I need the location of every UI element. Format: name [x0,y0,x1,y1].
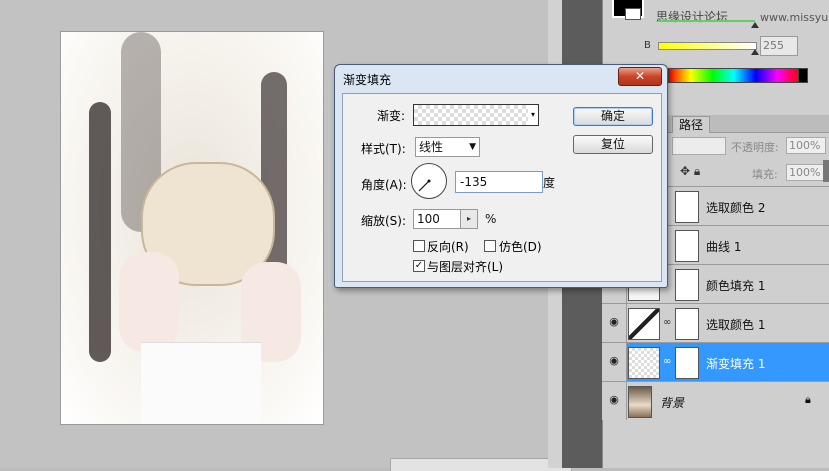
color-spectrum-bar[interactable] [668,68,800,83]
layer-name: 选取颜色 2 [706,201,766,215]
mask-thumbnail[interactable] [675,269,699,301]
lock-icon: 🔒︎ [805,393,811,406]
g-channel-slider[interactable] [658,20,755,22]
layer-name: 选取颜色 1 [706,318,766,332]
visibility-toggle[interactable]: ◉ [602,304,627,342]
scale-popup-button[interactable]: ▸ [460,209,478,229]
tab-paths[interactable]: 路径 [672,116,711,133]
move-lock-icon[interactable]: ✥ [680,164,690,178]
b-slider-thumb[interactable] [751,49,759,55]
style-value: 线性 [419,140,444,154]
layer-row[interactable]: ◉ ∞ 选取颜色 1 [602,303,829,342]
gradient-fill-dialog: 渐变填充 ✕ 渐变: ▾ 样式(T): 线性 ▼ 角度(A): -135 度 缩放… [334,64,668,288]
close-button[interactable]: ✕ [618,67,662,86]
opacity-label: 不透明度: [731,141,779,154]
watermark-text: 思缘设计论坛 [656,10,729,24]
lock-all-icon[interactable]: 🔒︎ [694,164,700,178]
style-label: 样式(T): [361,142,406,156]
align-label: 与图层对齐(L) [427,260,504,274]
fill-input[interactable]: 100% [786,164,826,181]
dialog-body: 渐变: ▾ 样式(T): 线性 ▼ 角度(A): -135 度 缩放(S): 10… [342,93,662,282]
eye-icon[interactable]: ◉ [607,394,621,406]
visibility-toggle[interactable]: ◉ [602,382,627,420]
layer-name: 颜色填充 1 [706,279,766,293]
reverse-label: 反向(R) [427,240,469,254]
angle-dial[interactable] [411,163,447,199]
chevron-down-icon: ▼ [469,142,476,152]
mask-thumbnail[interactable] [675,230,699,262]
angle-input[interactable]: -135 [455,171,543,193]
link-icon[interactable]: ∞ [663,356,671,367]
scale-label: 缩放(S): [361,214,407,228]
dither-label: 仿色(D) [499,240,542,254]
ok-button[interactable]: 确定 [573,107,653,126]
angle-needle-icon [418,179,431,192]
panel-scroll-handle[interactable] [823,160,829,182]
opacity-input[interactable]: 100% [786,137,826,154]
gradient-picker[interactable] [413,104,529,126]
fill-label: 填充: [752,168,778,181]
g-slider-thumb[interactable] [751,22,759,28]
layer-row-selected[interactable]: ◉ ∞ 渐变填充 1 [602,342,829,381]
spectrum-black-swatch[interactable] [798,68,808,83]
background-color-swatch[interactable] [625,8,641,20]
blend-mode-select[interactable] [672,137,726,155]
watermark-url: www.missyuan.com [760,11,829,24]
b-channel-label: B [644,40,651,51]
dialog-title: 渐变填充 [343,73,392,87]
canvas-scroll-tab [390,458,572,471]
mask-thumbnail[interactable] [675,347,699,379]
reverse-checkbox[interactable] [413,240,425,252]
background-thumbnail [628,386,652,418]
scale-unit: % [485,212,497,226]
lock-icons[interactable]: ✥ 🔒︎ [680,164,700,179]
gradient-label: 渐变: [377,109,406,123]
document-image[interactable] [61,32,323,424]
reset-button[interactable]: 复位 [573,135,653,154]
mask-thumbnail[interactable] [675,191,699,223]
layer-row[interactable]: ◉ 背景 🔒︎ [602,381,829,420]
align-checkbox[interactable]: ✓ [413,260,425,272]
layer-name: 渐变填充 1 [706,357,766,371]
b-channel-value[interactable]: 255 [760,36,798,56]
layer-name: 曲线 1 [706,240,742,254]
dither-checkbox[interactable] [484,240,496,252]
layer-name: 背景 [660,396,685,410]
gradient-dropdown-arrow[interactable]: ▾ [528,104,539,126]
link-icon[interactable]: ∞ [663,317,671,328]
gradient-thumbnail [628,347,660,379]
visibility-toggle[interactable]: ◉ [602,343,627,381]
scale-input[interactable]: 100 [413,209,464,229]
eye-icon[interactable]: ◉ [607,316,621,328]
angle-unit: 度 [543,176,556,190]
b-channel-slider[interactable] [658,42,757,50]
style-select[interactable]: 线性 ▼ [415,137,480,157]
adjustment-thumbnail [628,308,660,340]
eye-icon[interactable]: ◉ [607,355,621,367]
mask-thumbnail[interactable] [675,308,699,340]
angle-label: 角度(A): [361,178,407,192]
